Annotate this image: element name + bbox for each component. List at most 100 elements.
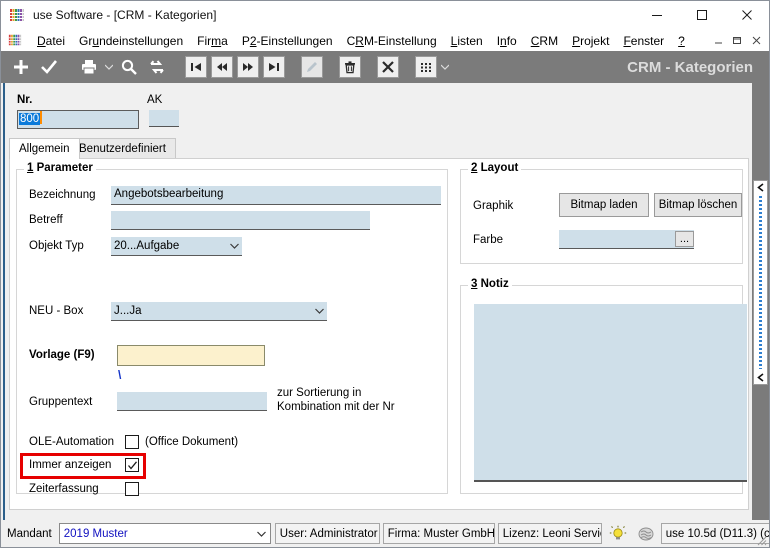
bitmap-load-button-label: Bitmap laden [570,199,638,211]
group-parameter: 1 Parameter Bezeichnung Angebotsbearbeit… [16,162,448,496]
ak-label: AK [147,94,163,106]
menu-item-p2-einstellungen[interactable]: P2-Einstellungen [235,31,340,50]
app-grid-icon[interactable] [8,33,22,47]
scroll-down-icon [757,373,764,382]
status-mandant-select[interactable]: 2019 Muster [58,523,271,544]
chevron-down-icon [226,243,242,249]
ole-automation-label: OLE-Automation [29,436,115,448]
immer-anzeigen-checkbox[interactable] [125,458,139,472]
scroll-down-button[interactable] [756,371,765,384]
confirm-check-icon [41,60,58,74]
next-record-button[interactable] [237,56,259,78]
main-toolbar: CRM - Kategorien [1,51,769,83]
scroll-up-icon [757,183,764,192]
nr-input[interactable]: 800 [17,110,139,129]
group-parameter-title: 1 Parameter [24,162,96,174]
checkbox-row-immer-anzeigen[interactable]: Immer anzeigen [29,458,139,472]
delete-button[interactable] [339,56,361,78]
gruppentext-hint-line2: Kombination mit der Nr [277,401,395,413]
gruppentext-label: Gruppentext [29,396,93,408]
toolbar-title: CRM - Kategorien [627,58,753,76]
lightbulb-icon [609,525,626,539]
mdi-minimize-button[interactable] [710,32,727,48]
tab-benutzerdefiniert[interactable]: Benutzerdefiniert [69,138,176,159]
immer-anzeigen-label: Immer anzeigen [29,459,112,471]
ole-automation-side-text: (Office Dokument) [145,436,239,448]
betreff-input[interactable] [111,211,370,230]
search-icon [121,59,137,75]
mdi-minimize-icon [715,42,722,43]
group-parameter-number: 1 [27,162,34,174]
menu-item-grundeinstellungen[interactable]: Grundeinstellungen [72,31,190,50]
graphik-label: Graphik [473,200,514,212]
mdi-restore-icon [733,36,741,44]
menu-item-crm-einstellung[interactable]: CRM-Einstellung [340,31,444,50]
menu-item-info[interactable]: Info [490,31,524,50]
menu-bar: Datei Grundeinstellungen Firma P2-Einste… [1,29,769,51]
resize-grip-icon[interactable] [753,532,767,546]
gruppentext-input[interactable] [117,392,267,411]
print-icon [82,60,96,75]
vorlage-label: Vorlage (F9) [29,349,95,361]
menu-item-fenster[interactable]: Fenster [616,31,671,50]
tab-allgemein[interactable]: Allgemein [9,138,80,159]
minimize-button[interactable] [634,1,679,29]
farbe-picker-button[interactable]: ... [675,231,694,247]
group-layout: 2 Layout Graphik Bitmap laden Bitmap lös… [460,162,743,264]
maximize-button[interactable] [679,1,724,29]
bezeichnung-input[interactable]: Angebotsbearbeitung [111,186,441,205]
close-button[interactable] [724,1,769,29]
checkbox-row-zeiterfassung[interactable]: Zeiterfassung [29,482,139,496]
farbe-input[interactable] [559,230,694,249]
objekt-typ-label: Objekt Typ [29,240,84,252]
ole-automation-checkbox[interactable] [125,435,139,449]
previous-record-button[interactable] [211,56,233,78]
tab-bar: Allgemein Benutzerdefiniert [9,138,749,159]
mdi-close-button[interactable] [748,32,765,48]
menu-item-datei[interactable]: Datei [30,31,72,50]
new-record-icon [14,60,28,74]
refresh-button[interactable] [145,55,169,79]
menu-item-firma[interactable]: Firma [190,31,235,50]
new-record-button[interactable] [9,55,33,79]
form-pane: Nr. AK 800 Allgemein Benutzerdefiniert 1… [3,83,750,520]
menu-item-projekt[interactable]: Projekt [565,31,616,50]
checkbox-row-ole-automation[interactable]: OLE-Automation (Office Dokument) [29,435,238,449]
farbe-label: Farbe [473,234,504,246]
menu-item-listen[interactable]: Listen [444,31,490,50]
print-button[interactable] [77,55,101,79]
scrollbar-thumb[interactable] [753,180,768,385]
grid-dropdown-button[interactable] [439,55,451,79]
menu-item-help[interactable]: ? [671,31,692,50]
status-brain-button[interactable] [633,523,659,544]
zeiterfassung-checkbox[interactable] [125,482,139,496]
edit-pencil-icon [307,62,317,72]
print-dropdown-button[interactable] [103,55,115,79]
group-layout-label: Layout [480,162,519,174]
notiz-textarea[interactable] [474,304,747,482]
confirm-button[interactable] [37,55,61,79]
bitmap-load-button[interactable]: Bitmap laden [559,193,649,217]
bitmap-delete-button[interactable]: Bitmap löschen [654,193,742,217]
ak-input[interactable] [149,110,179,127]
nr-input-value: 800 [19,113,41,125]
cancel-button[interactable] [377,56,399,78]
mdi-restore-button[interactable] [729,32,746,48]
previous-record-icon [217,63,227,71]
window-title: use Software - [CRM - Kategorien] [33,8,217,22]
cancel-x-icon [382,61,394,73]
scroll-up-button[interactable] [756,181,765,194]
grid-view-button[interactable] [415,56,437,78]
vertical-scrollbar[interactable] [752,83,769,520]
vorlage-input[interactable] [117,345,265,366]
objekt-typ-select[interactable]: 20...Aufgabe [111,237,242,256]
delete-trash-icon [345,61,355,74]
menu-item-crm[interactable]: CRM [524,31,565,50]
scrollbar-grip[interactable] [757,196,764,369]
first-record-button[interactable] [185,56,207,78]
search-button[interactable] [117,55,141,79]
status-lightbulb-button[interactable] [605,523,631,544]
last-record-button[interactable] [263,56,285,78]
neu-box-select[interactable]: J...Ja [111,302,327,321]
app-grid-icon [9,7,25,23]
